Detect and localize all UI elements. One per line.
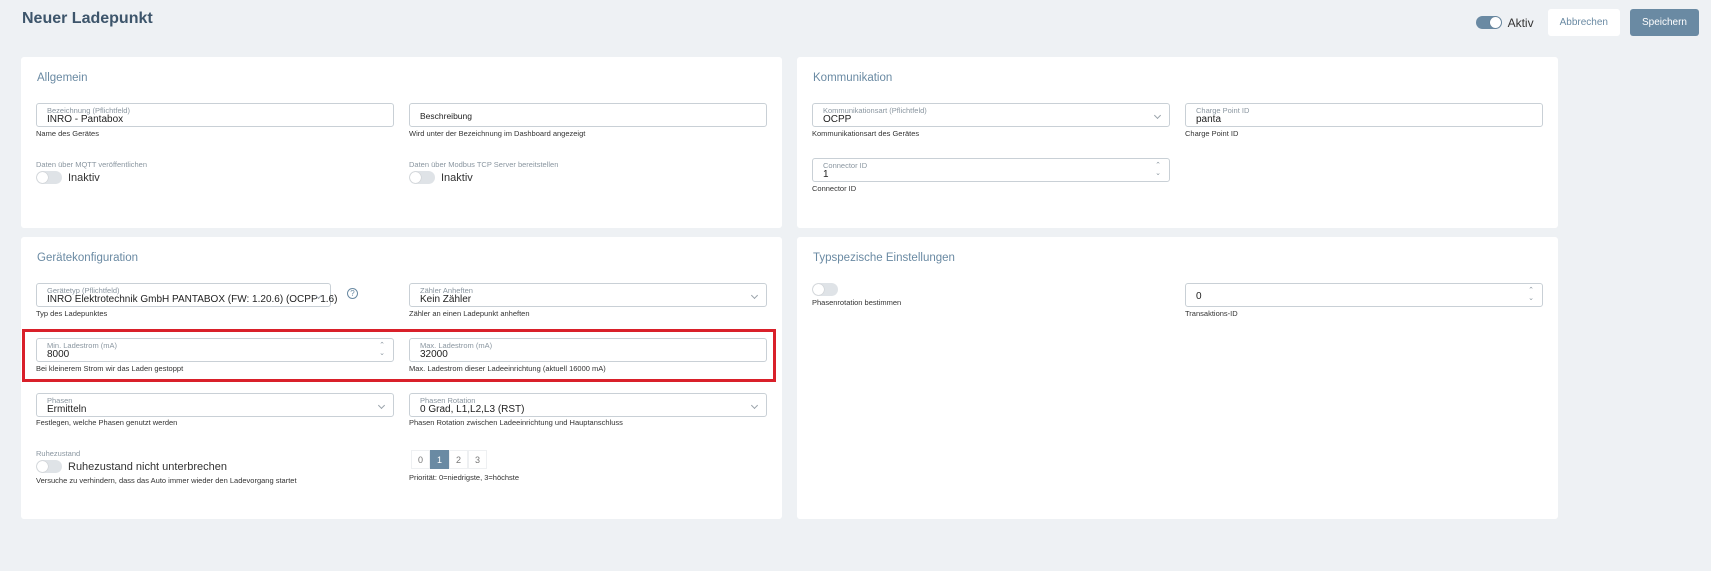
priority-option[interactable]: 3 — [468, 450, 487, 469]
cancel-button[interactable]: Abbrechen — [1547, 9, 1620, 36]
modbus-label: Daten über Modbus TCP Server bereitstell… — [409, 160, 559, 169]
rest-state: Ruhezustand nicht unterbrechen — [68, 460, 227, 473]
communication-type-select[interactable]: Kommunikationsart (Pflichtfeld) OCPP — [812, 103, 1170, 127]
transaction-id-value: 0 — [1196, 291, 1202, 302]
device-type-value: INRO Elektrotechnik GmbH PANTABOX (FW: 1… — [47, 294, 338, 305]
mqtt-toggle-row: Inaktiv — [36, 171, 100, 184]
phase-rotation-hint: Phasen Rotation zwischen Ladeeinrichtung… — [409, 418, 623, 427]
chevron-down-icon — [1153, 111, 1162, 120]
chevron-down-icon — [750, 291, 759, 300]
meter-hint: Zähler an einen Ladepunkt anheften — [409, 309, 530, 318]
rest-hint: Versuche zu verhindern, dass das Auto im… — [36, 476, 297, 485]
save-button[interactable]: Speichern — [1629, 9, 1699, 36]
connector-id-field[interactable]: Connector ID 1 ⌃ ⌄ — [812, 158, 1170, 182]
priority-hint: Priorität: 0=niedrigste, 3=höchste — [409, 473, 520, 482]
meter-value: Kein Zähler — [420, 294, 472, 305]
header-actions: Aktiv Abbrechen Speichern — [1475, 9, 1699, 36]
description-placeholder: Beschreibung — [420, 111, 472, 121]
description-field[interactable]: Beschreibung — [409, 103, 767, 127]
transaction-id-field[interactable]: 0 ⌃ ⌄ — [1185, 283, 1543, 307]
name-hint: Name des Gerätes — [36, 129, 99, 138]
priority-option[interactable]: 2 — [449, 450, 468, 469]
meter-select[interactable]: Zähler Anheften Kein Zähler — [409, 283, 767, 307]
phase-rotation-detect-toggle[interactable] — [812, 283, 838, 296]
rest-toggle-row: Ruhezustand nicht unterbrechen — [36, 460, 227, 473]
phase-rotation-detect-row — [812, 283, 838, 296]
stepper-icon[interactable]: ⌃ ⌄ — [1528, 287, 1534, 303]
kommunikation-title: Kommunikation — [813, 72, 893, 84]
page-title: Neuer Ladepunkt — [22, 10, 153, 27]
modbus-state: Inaktiv — [441, 171, 473, 184]
active-toggle-group: Aktiv — [1475, 15, 1534, 30]
phase-rotation-value: 0 Grad, L1,L2,L3 (RST) — [420, 404, 525, 415]
priority-option[interactable]: 0 — [411, 450, 430, 469]
phases-value: Ermitteln — [47, 404, 87, 415]
name-field[interactable]: Bezeichnung (Pflichtfeld) INRO - Pantabo… — [36, 103, 394, 127]
modbus-toggle-row: Inaktiv — [409, 171, 473, 184]
priority-option[interactable]: 1 — [430, 450, 449, 469]
device-type-select[interactable]: Gerätetyp (Pflichtfeld) INRO Elektrotech… — [36, 283, 337, 307]
device-type-hint: Typ des Ladepunktes — [36, 309, 108, 318]
active-toggle[interactable] — [1475, 16, 1502, 29]
mqtt-state: Inaktiv — [68, 171, 100, 184]
chevron-down-icon — [377, 401, 386, 410]
transaction-id-hint: Transaktions-ID — [1185, 309, 1238, 318]
geraet-title: Gerätekonfiguration — [37, 252, 139, 264]
highlight-box — [22, 329, 776, 382]
connector-id-label: Connector ID — [823, 161, 868, 170]
rest-label: Ruhezustand — [36, 449, 81, 458]
phases-hint: Festlegen, welche Phasen genutzt werden — [36, 418, 178, 427]
help-icon[interactable]: ? — [347, 288, 358, 299]
typ-title: Typspezische Einstellungen — [813, 252, 955, 264]
stepper-icon[interactable]: ⌃ ⌄ — [1155, 162, 1161, 178]
kommunikation-card: Kommunikation Kommunikationsart (Pflicht… — [797, 57, 1558, 228]
description-hint: Wird unter der Bezeichnung im Dashboard … — [409, 129, 586, 138]
allgemein-card: Allgemein Bezeichnung (Pflichtfeld) INRO… — [21, 57, 782, 228]
connector-id-hint: Connector ID — [812, 184, 857, 193]
connector-id-value: 1 — [823, 169, 829, 180]
typ-card: Typspezische Einstellungen Phasenrotatio… — [797, 237, 1558, 519]
modbus-toggle[interactable] — [409, 171, 435, 184]
communication-type-hint: Kommunikationsart des Gerätes — [812, 129, 920, 138]
phase-rotation-select[interactable]: Phasen Rotation 0 Grad, L1,L2,L3 (RST) — [409, 393, 767, 417]
communication-type-value: OCPP — [823, 114, 852, 125]
priority-selector: 0123 — [411, 450, 487, 469]
phases-select[interactable]: Phasen Ermitteln — [36, 393, 394, 417]
mqtt-toggle[interactable] — [36, 171, 62, 184]
allgemein-title: Allgemein — [37, 72, 88, 84]
rest-toggle[interactable] — [36, 460, 62, 473]
name-value: INRO - Pantabox — [47, 114, 124, 125]
charge-point-id-value: panta — [1196, 114, 1222, 125]
active-toggle-label: Aktiv — [1507, 15, 1534, 30]
charge-point-id-field[interactable]: Charge Point ID panta — [1185, 103, 1543, 127]
phase-rotation-detect-label: Phasenrotation bestimmen — [812, 298, 902, 307]
mqtt-label: Daten über MQTT veröffentlichen — [36, 160, 148, 169]
chevron-down-icon — [750, 401, 759, 410]
charge-point-id-hint: Charge Point ID — [1185, 129, 1239, 138]
